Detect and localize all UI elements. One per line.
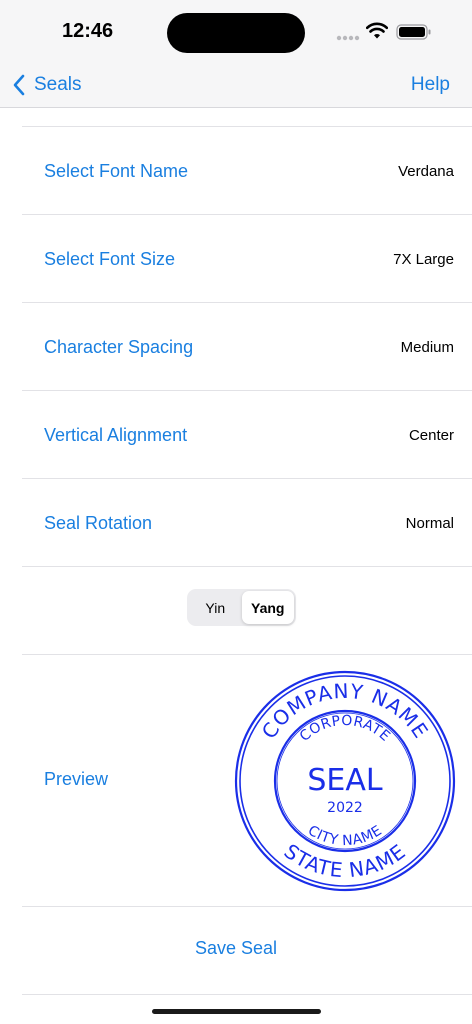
font-name-label: Select Font Name (44, 160, 189, 181)
seal-center-text: SEAL (307, 763, 383, 798)
font-name-row[interactable]: Select Font Name Verdana (22, 127, 472, 215)
font-size-row[interactable]: Select Font Size 7X Large (22, 215, 472, 303)
battery-icon (396, 24, 431, 40)
yin-yang-segmented-control: Yin Yang (187, 589, 296, 626)
font-name-value: Verdana (398, 162, 454, 180)
save-seal-button[interactable]: Save Seal (0, 938, 472, 959)
seal-inner-top-text: CORPORATE (297, 713, 393, 745)
home-indicator (152, 1009, 321, 1014)
navigation-bar: Seals Help (0, 62, 472, 108)
divider (22, 994, 472, 995)
seal-rotation-value: Normal (405, 514, 454, 532)
vertical-alignment-label: Vertical Alignment (44, 424, 188, 445)
seal-rotation-label: Seal Rotation (44, 512, 153, 533)
seal-settings-screen: 12:46 Seals Help Select Font Name Verdan… (0, 0, 472, 1024)
svg-text:CORPORATE: CORPORATE (297, 713, 393, 745)
character-spacing-row[interactable]: Character Spacing Medium (22, 303, 472, 391)
help-button[interactable]: Help (411, 74, 450, 96)
dynamic-island (167, 13, 305, 53)
character-spacing-label: Character Spacing (44, 336, 194, 357)
status-bar: 12:46 (0, 0, 472, 62)
cellular-signal-icon (336, 35, 360, 41)
segment-yin[interactable]: Yin (189, 591, 242, 624)
seal-year-text: 2022 (327, 800, 363, 816)
status-time: 12:46 (62, 20, 114, 42)
chevron-left-icon (13, 74, 25, 96)
segment-yang[interactable]: Yang (241, 591, 294, 624)
divider (22, 654, 472, 655)
preview-label: Preview (44, 769, 109, 789)
back-button[interactable]: Seals (12, 70, 82, 100)
seal-preview-image: COMPANY NAME STATE NAME CORPORATE CITY N… (234, 670, 456, 892)
font-size-label: Select Font Size (44, 248, 176, 269)
wifi-icon (366, 22, 388, 39)
back-label: Seals (34, 74, 82, 95)
vertical-alignment-value: Center (408, 426, 454, 444)
character-spacing-value: Medium (400, 338, 454, 356)
divider (22, 566, 472, 567)
seal-rotation-row[interactable]: Seal Rotation Normal (22, 479, 472, 567)
vertical-alignment-row[interactable]: Vertical Alignment Center (22, 391, 472, 479)
font-size-value: 7X Large (393, 250, 454, 268)
divider (22, 906, 472, 907)
